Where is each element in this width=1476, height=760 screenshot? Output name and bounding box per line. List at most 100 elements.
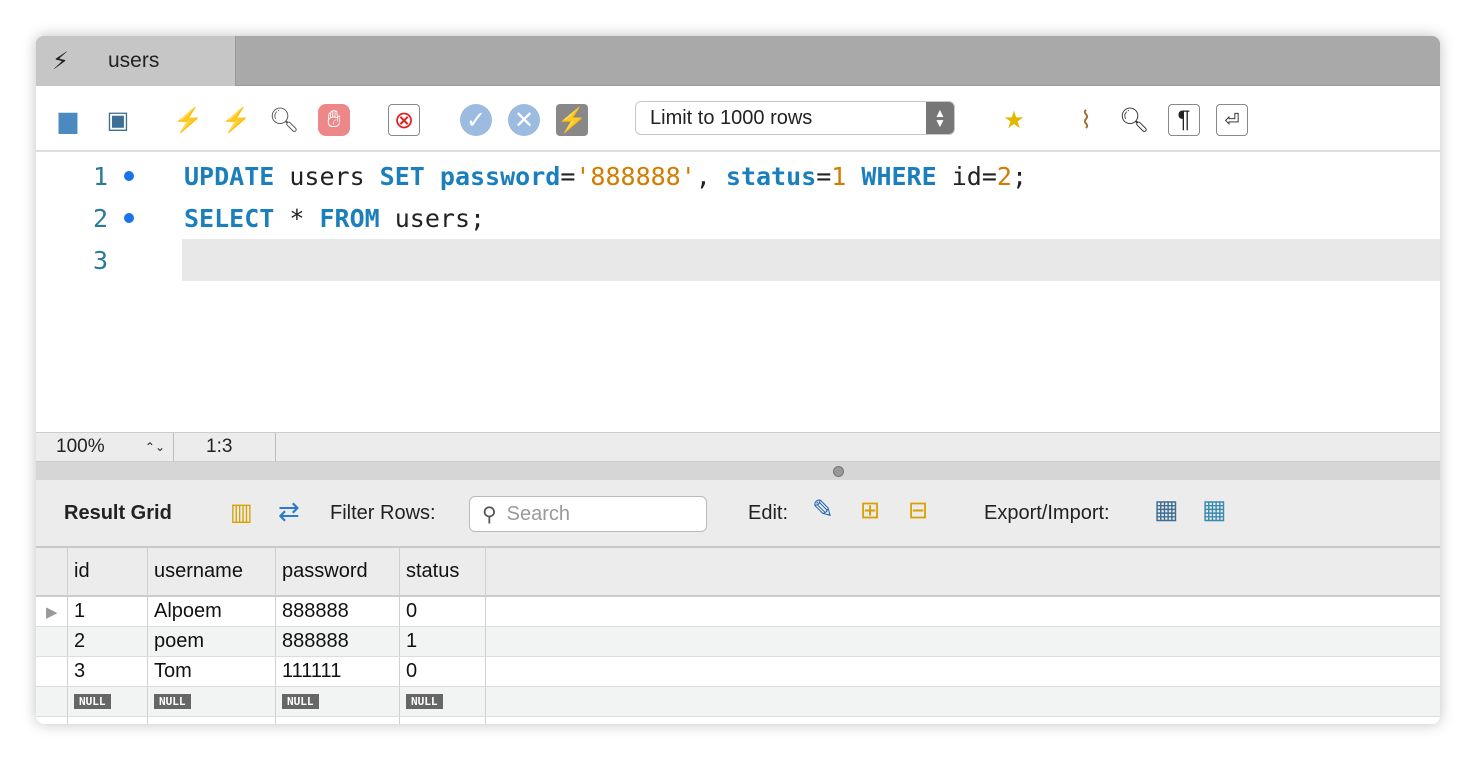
statement-marker-icon <box>124 171 134 181</box>
result-grid-title: Result Grid <box>64 502 172 524</box>
find-icon[interactable]: 🔍︎ <box>1118 104 1150 136</box>
cell-value: 888888 <box>282 630 349 652</box>
limit-rows-select[interactable]: Limit to 1000 rows ▲ ▼ <box>635 101 955 135</box>
grid-cell[interactable]: 2 <box>68 627 148 656</box>
chevron-updown-icon: ⌃⌄ <box>144 440 165 454</box>
code-token: UPDATE <box>184 161 275 191</box>
grid-cell[interactable]: 1 <box>68 597 148 626</box>
code-editor[interactable]: 1 UPDATE users SET password='888888', sta… <box>36 152 1440 432</box>
grid-cell[interactable]: 0 <box>400 657 486 686</box>
add-snippet-star-icon[interactable]: ★ <box>998 104 1030 136</box>
code-token: ; <box>1011 161 1028 191</box>
column-header-username[interactable]: username <box>148 548 276 595</box>
column-header-status[interactable]: status <box>400 548 486 595</box>
search-input[interactable]: ⚲ Search <box>469 496 707 532</box>
cell-value: 1 <box>74 600 86 622</box>
pane-splitter[interactable] <box>36 462 1440 480</box>
grid-cell[interactable]: poem <box>148 627 276 656</box>
result-grid: id username password status ▶ 1 Alpoem 888888 0 2… <box>36 548 1440 724</box>
limit-rows-value: Limit to 1000 rows <box>650 106 813 129</box>
code-line[interactable]: 3 <box>36 239 1440 281</box>
rollback-icon[interactable]: ✕ <box>508 104 540 136</box>
table-row[interactable]: NULL NULL NULL NULL <box>36 687 1440 717</box>
editor-toolbar: ▆ ▣ ⚡ ⚡ 🔍︎ ✋︎ ⊗ ✓ ✕ ⚡ Limit to 1000 rows… <box>36 86 1440 152</box>
save-icon[interactable]: ▣ <box>102 104 134 136</box>
code-token: , <box>695 161 726 191</box>
row-header <box>36 687 68 716</box>
column-header-password[interactable]: password <box>276 548 400 595</box>
chevron-updown-icon: ▲ ▼ <box>926 102 954 134</box>
execute-current-icon[interactable]: ⚡ <box>220 104 252 136</box>
grid-cell[interactable] <box>400 717 486 724</box>
code-token: = <box>560 161 576 191</box>
grid-cell[interactable] <box>276 717 400 724</box>
grid-cell[interactable]: Alpoem <box>148 597 276 626</box>
code-token: SET <box>379 161 425 191</box>
code-token: '888888' <box>575 161 696 191</box>
code-token: = <box>816 161 832 191</box>
cell-value: 1 <box>406 630 418 652</box>
add-row-icon[interactable]: ⊞ <box>860 496 880 525</box>
code-token: FROM <box>319 203 380 233</box>
row-header <box>36 627 68 656</box>
tab-label: users <box>108 49 160 72</box>
grid-cell[interactable]: 888888 <box>276 627 400 656</box>
grid-cell[interactable]: 0 <box>400 597 486 626</box>
grid-cell[interactable] <box>68 717 148 724</box>
line-number: 3 <box>92 245 108 275</box>
code-token: SELECT <box>184 203 275 233</box>
edit-cell-icon[interactable]: ✎ <box>812 494 834 525</box>
null-badge: NULL <box>406 694 443 709</box>
grid-cell[interactable]: NULL <box>68 687 148 716</box>
grid-cell[interactable]: NULL <box>400 687 486 716</box>
code-line[interactable]: 1 UPDATE users SET password='888888', sta… <box>36 155 1440 197</box>
code-line[interactable]: 2 SELECT * FROM users; <box>36 197 1440 239</box>
line-number: 2 <box>92 203 108 233</box>
open-folder-icon[interactable]: ▆ <box>52 104 84 136</box>
grid-cell[interactable]: 888888 <box>276 597 400 626</box>
stop-on-error-icon[interactable]: ⊗ <box>388 104 420 136</box>
beautify-broom-icon[interactable]: ⌇ <box>1070 104 1102 136</box>
stop-icon[interactable]: ✋︎ <box>318 104 350 136</box>
grid-cell[interactable]: 3 <box>68 657 148 686</box>
refresh-icon[interactable]: ⇄ <box>278 496 300 527</box>
wrap-lines-icon[interactable]: ⏎ <box>1216 104 1248 136</box>
autocommit-icon[interactable]: ⚡ <box>556 104 588 136</box>
grid-cell[interactable] <box>148 717 276 724</box>
grid-cell[interactable]: NULL <box>148 687 276 716</box>
grid-cell[interactable]: Tom <box>148 657 276 686</box>
export-import-label: Export/Import: <box>984 502 1110 524</box>
cell-value: 0 <box>406 660 418 682</box>
grid-cell[interactable]: 111111 <box>276 657 400 686</box>
zoom-stepper[interactable]: 100% ⌃⌄ <box>36 433 174 461</box>
import-icon[interactable]: ▦ <box>1202 494 1227 525</box>
filter-rows-label: Filter Rows: <box>330 502 436 524</box>
edit-label: Edit: <box>748 502 789 524</box>
column-header-id[interactable]: id <box>68 548 148 595</box>
grid-cell[interactable]: NULL <box>276 687 400 716</box>
explain-icon[interactable]: 🔍︎ <box>268 104 300 136</box>
splitter-handle[interactable] <box>833 466 844 477</box>
export-icon[interactable]: ▦ <box>1154 494 1179 525</box>
current-row-arrow-icon: ▶ <box>36 597 68 626</box>
grid-cell[interactable]: 1 <box>400 627 486 656</box>
execute-icon[interactable]: ⚡ <box>172 104 204 136</box>
commit-icon[interactable]: ✓ <box>460 104 492 136</box>
null-badge: NULL <box>74 694 111 709</box>
table-row[interactable]: ▶ 1 Alpoem 888888 0 <box>36 597 1440 627</box>
form-view-icon[interactable]: ▥ <box>230 498 253 527</box>
cell-value: 2 <box>74 630 86 652</box>
cell-value: 3 <box>74 660 86 682</box>
null-badge: NULL <box>154 694 191 709</box>
invisible-chars-icon[interactable]: ¶ <box>1168 104 1200 136</box>
search-placeholder: Search <box>506 502 571 525</box>
code-token: users; <box>379 203 486 233</box>
delete-row-icon[interactable]: ⊟ <box>908 496 928 525</box>
table-row[interactable]: 2 poem 888888 1 <box>36 627 1440 657</box>
tab-bar: ⚡︎ users <box>36 36 1440 86</box>
table-row[interactable]: 3 Tom 111111 0 <box>36 657 1440 687</box>
tab-users[interactable]: ⚡︎ users <box>36 36 236 86</box>
table-row[interactable] <box>36 717 1440 724</box>
cell-value: Alpoem <box>154 600 222 622</box>
